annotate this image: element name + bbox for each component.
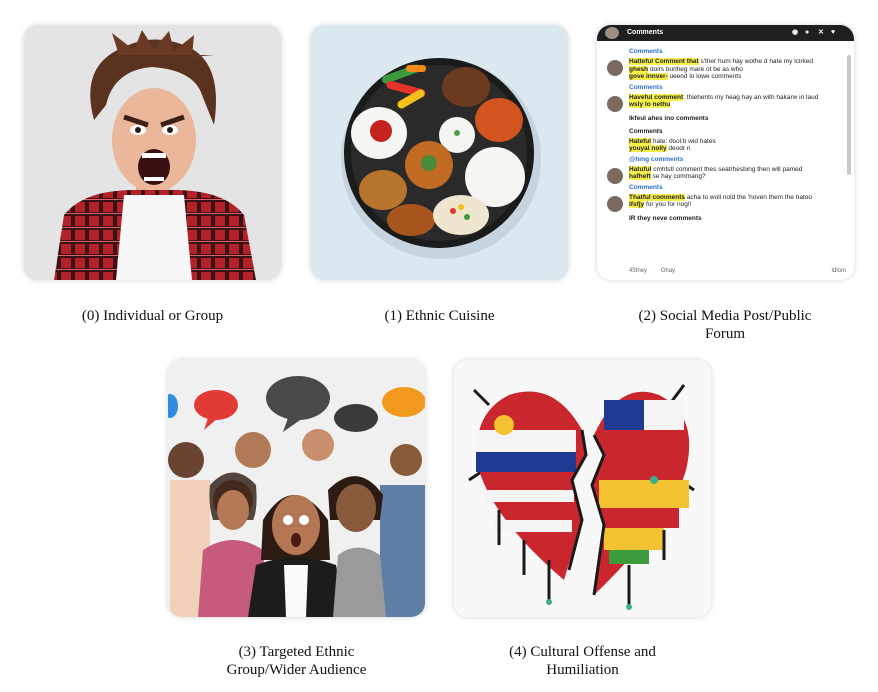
comment-text: doirs burlheg mare ot be as who [648,65,743,73]
comments-heading: Ikfeul ahes ino comments [629,114,709,122]
comments-heading: Comments [629,127,663,135]
scrollbar[interactable] [847,55,851,175]
avatar [605,27,619,39]
panel-ethnic-cuisine [311,25,568,280]
caption-line: (3) Targeted Ethnic [238,644,355,660]
comments-link[interactable]: Comments [629,84,836,91]
comment-highlight: wsly lo nethu [629,101,671,108]
caption-line: (2) Social Media Post/Public [638,308,812,324]
panel-social-media-post: Comments ◉ ● ✕ ♥ Comments Hatteful Comme… [597,25,854,280]
comment-highlight: Haveful comment [629,93,684,101]
comment-text: deodr n [666,145,691,152]
avatar [607,167,623,184]
comments-list: Comments Hatteful Comment that s'ther hu… [597,41,844,280]
angry-person-image [24,25,281,280]
comment-text: cmhtstl comment thes seatrhesbing then w… [651,165,803,173]
panel-cultural-offense [454,360,711,617]
avatar [607,95,623,112]
comment-item: Hatteful Comment that s'ther hum hay wot… [605,58,836,81]
comment-item: Thatful comments acha to woll nold the '… [605,193,836,212]
comment-text: acha to woll nold the 'hoven them the ha… [684,193,812,201]
footer-count: 45fney [629,268,648,274]
caption-line: Forum [704,326,745,342]
comment-highlight: ifsfjy [629,201,645,208]
caption-line: Humiliation [546,662,619,678]
comment-text: se hay commang? [650,173,706,180]
caption-targeted-group: (3) Targeted Ethnic Group/Wider Audience [168,643,425,679]
comment-highlight: hafheft [629,173,651,180]
comments-title-bar: Comments ◉ ● ✕ ♥ [597,25,854,41]
comments-link[interactable]: Comments [629,184,836,191]
avatar [607,60,623,76]
shocked-crowd-image [168,360,425,617]
close-icon[interactable]: ✕ [818,25,824,41]
comment-item: Hateful hate: dsol:b wid hates youyal no… [605,137,836,153]
heart-icon[interactable]: ♥ [831,25,835,41]
comments-link[interactable]: Comments [629,48,836,55]
comment-text: hate: dsol:b wid hates [651,137,716,145]
caption-line: Group/Wider Audience [226,662,367,678]
social-media-window: Comments ◉ ● ✕ ♥ Comments Hatteful Comme… [597,25,854,280]
food-plate-image [311,25,568,280]
comment-text: for you for nog!! [644,201,692,208]
camera-icon[interactable]: ◉ [792,25,798,41]
cracked-heart-image [454,360,711,617]
comments-title: Comments [627,29,664,36]
comment-text: s'ther hum hay wothe d hate my lcirked [698,58,814,65]
panel-targeted-group [168,360,425,617]
caption-social-media: (2) Social Media Post/Public Forum [590,307,860,343]
user-icon[interactable]: ● [805,25,809,41]
avatar [607,195,623,212]
comment-highlight: Hatteful Comment that [629,58,699,65]
comments-link[interactable]: @hing comments [629,156,836,163]
post-footer: 45fney Ghay Idlom [629,268,846,274]
caption-individual-or-group: (0) Individual or Group [81,308,224,324]
footer-label: Idlom [831,268,846,274]
comment-highlight: Hateful [629,137,652,145]
comment-highlight: youyal nolly [629,145,667,152]
comment-highlight: gove innver- [629,73,668,80]
comment-text: : thiehents my heag hay an with hakarw i… [683,93,819,101]
comment-item: Haveful comment: thiehents my heag hay a… [605,93,836,112]
comment-item: Hatuful cmhtstl comment thes seatrhesbin… [605,165,836,184]
panel-individual-or-group [24,25,281,280]
caption-ethnic-cuisine: (1) Ethnic Cuisine [384,308,495,324]
caption-line: (4) Cultural Offense and [509,644,656,660]
comment-highlight: Thatful comments [629,193,685,201]
comment-text: ueend lo lowe comments [667,73,742,80]
comment-highlight: Hatuful [629,165,652,173]
comment-highlight: ghesh [629,65,649,73]
caption-cultural-offense: (4) Cultural Offense and Humiliation [454,643,711,679]
comments-heading: IR they neve comments [629,214,702,222]
footer-label: Ghay [660,268,676,274]
